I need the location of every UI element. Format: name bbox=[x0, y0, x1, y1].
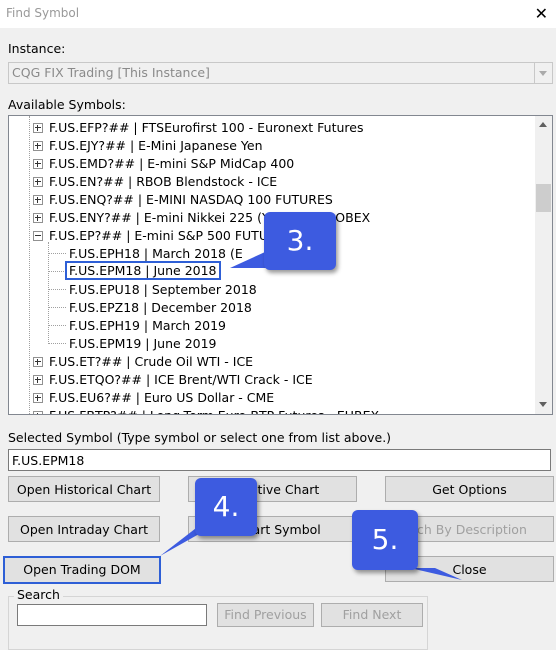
close-icon[interactable]: ✕ bbox=[535, 4, 548, 23]
selected-symbol-input[interactable] bbox=[9, 450, 545, 470]
tree-item[interactable]: F.US.EPM19 | June 2019 bbox=[69, 335, 217, 353]
expand-plus-icon[interactable] bbox=[33, 357, 43, 367]
scroll-up-icon[interactable] bbox=[539, 122, 547, 127]
expand-plus-icon[interactable] bbox=[33, 195, 43, 205]
selected-symbol-label: Selected Symbol (Type symbol or select o… bbox=[8, 430, 392, 445]
callout-5: 5. bbox=[352, 510, 418, 570]
tree-connector bbox=[48, 325, 66, 326]
selected-symbol-field[interactable] bbox=[8, 449, 551, 471]
chevron-down-icon[interactable] bbox=[534, 63, 552, 83]
get-options-button[interactable]: Get Options bbox=[385, 476, 554, 502]
title-bar bbox=[0, 0, 556, 28]
instance-value: CQG FIX Trading [This Instance] bbox=[12, 65, 210, 80]
search-input[interactable] bbox=[17, 604, 207, 626]
expand-plus-icon[interactable] bbox=[33, 393, 43, 403]
available-symbols-label: Available Symbols: bbox=[8, 97, 126, 112]
instance-combo[interactable]: CQG FIX Trading [This Instance] bbox=[8, 62, 553, 84]
tree-connector bbox=[48, 343, 66, 344]
tree-connector bbox=[48, 253, 66, 254]
search-label: Search bbox=[14, 587, 63, 602]
tree-connector bbox=[48, 242, 49, 342]
tree-connector bbox=[48, 307, 66, 308]
tree-connector bbox=[29, 116, 30, 414]
tree-scrollbar[interactable] bbox=[535, 116, 552, 414]
instance-label: Instance: bbox=[8, 41, 66, 56]
tree-item[interactable]: F.US.EPU18 | September 2018 bbox=[69, 281, 257, 299]
expand-plus-icon[interactable] bbox=[33, 375, 43, 385]
expand-plus-icon[interactable] bbox=[33, 411, 43, 414]
expand-plus-icon[interactable] bbox=[33, 141, 43, 151]
expand-plus-icon[interactable] bbox=[33, 123, 43, 133]
callout-4: 4. bbox=[195, 478, 257, 536]
expand-plus-icon[interactable] bbox=[33, 159, 43, 169]
tree-connector bbox=[48, 289, 66, 290]
expand-plus-icon[interactable] bbox=[33, 177, 43, 187]
open-historical-chart-button[interactable]: Open Historical Chart bbox=[8, 476, 160, 502]
collapse-minus-icon[interactable] bbox=[33, 231, 43, 241]
tree-item[interactable]: F.US.EPZ18 | December 2018 bbox=[69, 299, 252, 317]
tree-connector bbox=[48, 271, 66, 272]
tree-item[interactable]: F.US.EPH19 | March 2019 bbox=[69, 317, 226, 335]
expand-plus-icon[interactable] bbox=[33, 213, 43, 223]
find-next-button[interactable]: Find Next bbox=[321, 603, 423, 627]
callout-3: 3. bbox=[264, 212, 336, 270]
find-previous-button[interactable]: Find Previous bbox=[217, 603, 314, 627]
open-intraday-chart-button[interactable]: Open Intraday Chart bbox=[8, 516, 160, 542]
open-trading-dom-button[interactable]: Open Trading DOM bbox=[3, 556, 161, 584]
scroll-down-icon[interactable] bbox=[539, 402, 547, 407]
scroll-thumb[interactable] bbox=[536, 184, 551, 212]
tree-item-selected[interactable]: F.US.EPM18 | June 2018 bbox=[65, 261, 221, 280]
window-title: Find Symbol bbox=[6, 6, 80, 20]
